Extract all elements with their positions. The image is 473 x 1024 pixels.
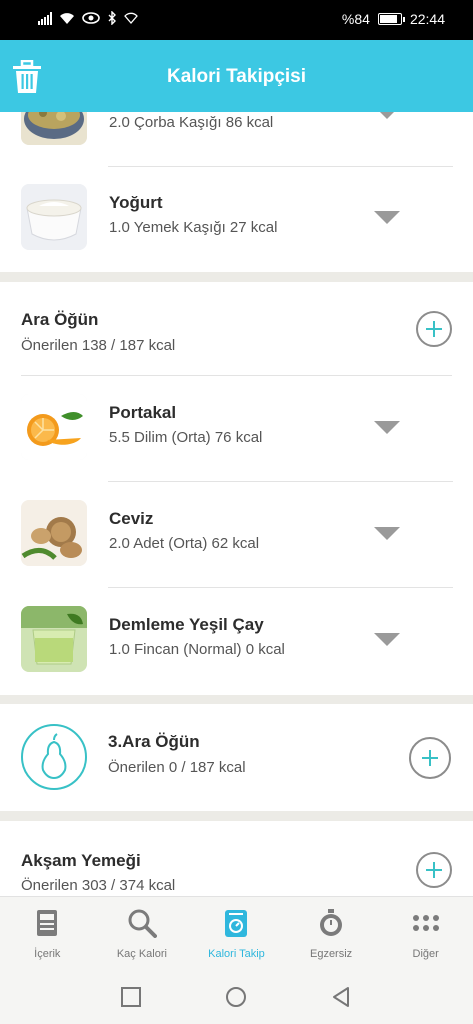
food-row[interactable]: Yoğurt 1.0 Yemek Kaşığı 27 kcal	[0, 166, 473, 272]
nav-item-egzersiz[interactable]: Egzersiz	[284, 897, 379, 970]
food-row[interactable]: Ceviz 2.0 Adet (Orta) 62 kcal	[0, 482, 473, 588]
add-food-button[interactable]	[416, 852, 452, 888]
clock: 22:44	[409, 11, 445, 27]
back-icon[interactable]	[330, 986, 352, 1008]
nav-label: Kalori Takip	[208, 948, 265, 960]
nav-label: Egzersiz	[309, 948, 353, 960]
pear-icon	[21, 724, 87, 790]
chevron-down-icon[interactable]	[374, 527, 400, 540]
more-dots-icon	[412, 915, 439, 931]
page-title: Kalori Takipçisi	[166, 66, 307, 87]
snack3-card: 3.Ara Öğün Önerilen 0 / 187 kcal	[0, 704, 473, 811]
meal-title: Akşam Yemeği	[21, 851, 141, 870]
chevron-down-icon[interactable]	[374, 633, 400, 646]
add-food-button[interactable]	[416, 311, 452, 347]
status-bar: %84 22:44	[0, 0, 473, 40]
food-detail: 5.5 Dilim (Orta) 76 kcal	[109, 429, 263, 446]
food-name: Demleme Yeşil Çay	[109, 615, 264, 634]
add-food-button[interactable]	[409, 737, 451, 779]
food-name: Ceviz	[109, 509, 154, 528]
battery-icon	[377, 13, 405, 25]
food-detail: 1.0 Yemek Kaşığı 27 kcal	[109, 219, 278, 236]
nav-item-kac-kalori[interactable]: Kaç Kalori	[95, 897, 190, 970]
stopwatch-icon	[320, 909, 343, 936]
chevron-down-icon[interactable]	[374, 421, 400, 434]
nav-item-icerik[interactable]: İçerik	[0, 897, 95, 970]
status-icons-left	[38, 11, 138, 25]
food-row[interactable]: Demleme Yeşil Çay 1.0 Fincan (Normal) 0 …	[0, 588, 473, 694]
nav-item-kalori-takip[interactable]: Kalori Takip	[189, 897, 284, 970]
breakfast-card: 2.0 Çorba Kaşığı 86 kcal Yoğurt 1.0 Yeme…	[0, 112, 473, 272]
meal-list[interactable]: 2.0 Çorba Kaşığı 86 kcal Yoğurt 1.0 Yeme…	[0, 112, 473, 896]
recents-icon[interactable]	[120, 986, 142, 1008]
system-nav-bar	[0, 970, 473, 1024]
food-thumbnail	[21, 184, 87, 250]
nav-label: Diğer	[412, 948, 439, 960]
food-name: Portakal	[109, 403, 177, 422]
chevron-down-icon[interactable]	[374, 211, 400, 224]
dinner-card: Akşam Yemeği Önerilen 303 / 374 kcal	[0, 821, 473, 896]
scale-icon	[225, 910, 248, 937]
food-thumbnail	[21, 500, 87, 566]
snack-card: Ara Öğün Önerilen 138 / 187 kcal Portaka…	[0, 282, 473, 695]
food-thumbnail	[21, 394, 87, 460]
search-icon	[128, 909, 157, 938]
chevron-down-icon[interactable]	[374, 112, 400, 119]
food-row[interactable]: Portakal 5.5 Dilim (Orta) 76 kcal	[0, 376, 473, 482]
bluetooth-icon	[108, 11, 116, 25]
nav-label: İçerik	[34, 948, 61, 960]
meal-subtitle: Önerilen 0 / 187 kcal	[108, 759, 246, 776]
nav-label: Kaç Kalori	[116, 948, 167, 960]
wifi-hotspot-icon	[124, 12, 138, 24]
bottom-nav: İçerik Kaç Kalori Kalori Takip Egzersiz …	[0, 896, 473, 970]
food-row[interactable]: 2.0 Çorba Kaşığı 86 kcal	[0, 112, 473, 167]
nav-item-diger[interactable]: Diğer	[378, 897, 473, 970]
meal-subtitle: Önerilen 138 / 187 kcal	[21, 337, 176, 354]
food-thumbnail	[21, 112, 87, 145]
food-detail: 2.0 Adet (Orta) 62 kcal	[109, 535, 260, 552]
food-name: Yoğurt	[109, 193, 163, 212]
home-icon[interactable]	[225, 986, 247, 1008]
meal-title: 3.Ara Öğün	[108, 732, 200, 751]
signal-icon	[38, 11, 52, 25]
food-detail: 2.0 Çorba Kaşığı 86 kcal	[109, 114, 274, 131]
meal-subtitle: Önerilen 303 / 374 kcal	[21, 877, 176, 894]
eye-icon	[82, 12, 100, 24]
document-icon	[37, 910, 58, 936]
food-thumbnail	[21, 606, 87, 672]
status-icons-right: %84 22:44	[342, 11, 445, 27]
battery-percent: %84	[341, 11, 370, 27]
app-header: Kalori Takipçisi	[0, 40, 473, 112]
meal-title: Ara Öğün	[21, 310, 99, 329]
wifi-icon	[60, 12, 74, 24]
food-detail: 1.0 Fincan (Normal) 0 kcal	[109, 641, 285, 658]
